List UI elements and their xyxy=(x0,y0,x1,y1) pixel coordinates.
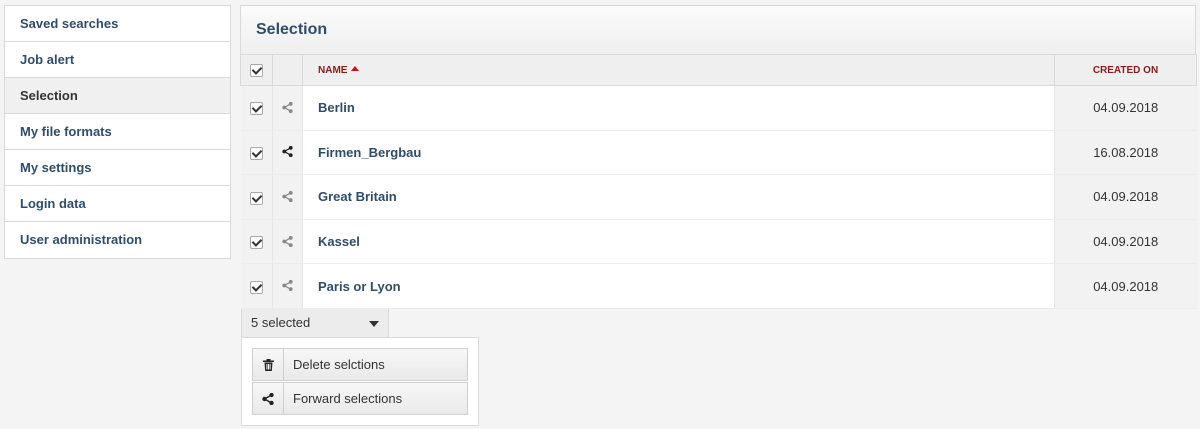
sidebar-item-selection[interactable]: Selection xyxy=(5,78,230,114)
selection-name-link[interactable]: Great Britain xyxy=(302,174,1055,220)
caret-down-icon xyxy=(369,321,379,327)
delete-selections-label: Delete selctions xyxy=(293,357,385,372)
row-checkbox[interactable] xyxy=(249,236,263,250)
sidebar-item-user-administration[interactable]: User administration xyxy=(5,222,230,258)
created-on-value: 04.09.2018 xyxy=(1054,85,1197,131)
name-column-header[interactable]: Name xyxy=(302,54,1055,86)
row-checkbox[interactable] xyxy=(249,146,263,160)
trash-icon xyxy=(253,349,284,380)
table-row: Firmen_Bergbau 16.08.2018 xyxy=(240,130,1197,176)
share-icon[interactable] xyxy=(282,279,293,294)
row-checkbox[interactable] xyxy=(249,191,263,205)
delete-selections-button[interactable]: Delete selctions xyxy=(252,348,468,381)
select-all-checkbox[interactable] xyxy=(250,63,263,77)
bulk-action-dropdown[interactable]: 5 selected xyxy=(241,309,389,338)
forward-selections-label: Forward selections xyxy=(293,391,403,406)
sidebar-item-my-settings[interactable]: My settings xyxy=(5,150,230,186)
selection-table: Name Created on Berlin 04.09.2018 Firmen… xyxy=(240,54,1197,309)
share-header-cell xyxy=(272,54,303,86)
account-sidebar: Saved searches Job alert Selection My fi… xyxy=(4,5,231,259)
selection-name-link[interactable]: Berlin xyxy=(302,85,1055,131)
share-icon[interactable] xyxy=(282,190,293,205)
sidebar-item-job-alert[interactable]: Job alert xyxy=(5,42,230,78)
sort-ascending-icon xyxy=(351,65,360,71)
row-checkbox[interactable] xyxy=(249,102,263,116)
sidebar-item-login-data[interactable]: Login data xyxy=(5,186,230,222)
sidebar-item-saved-searches[interactable]: Saved searches xyxy=(5,6,230,42)
table-row: Kassel 04.09.2018 xyxy=(240,219,1197,265)
row-checkbox[interactable] xyxy=(249,280,263,294)
selected-count: 5 selected xyxy=(251,315,311,330)
share-icon xyxy=(253,383,284,414)
created-on-value: 16.08.2018 xyxy=(1054,130,1197,176)
name-column-label: Name xyxy=(318,64,348,76)
panel-title: Selection xyxy=(240,5,1196,54)
selection-name-link[interactable]: Firmen_Bergbau xyxy=(302,130,1055,176)
bulk-action-menu: Delete selctions Forward selections xyxy=(241,337,479,426)
share-icon[interactable] xyxy=(282,101,293,116)
selection-name-link[interactable]: Paris or Lyon xyxy=(302,263,1055,309)
sidebar-item-my-file-formats[interactable]: My file formats xyxy=(5,114,230,150)
created-on-value: 04.09.2018 xyxy=(1054,219,1197,265)
table-header-row: Name Created on xyxy=(240,54,1197,86)
created-on-column-header[interactable]: Created on xyxy=(1054,54,1197,86)
selection-panel: Selection Name Created on Berlin xyxy=(240,5,1197,309)
created-on-value: 04.09.2018 xyxy=(1054,263,1197,309)
created-on-column-label: Created on xyxy=(1092,64,1159,76)
table-row: Berlin 04.09.2018 xyxy=(240,85,1197,131)
share-icon[interactable] xyxy=(282,145,293,160)
forward-selections-button[interactable]: Forward selections xyxy=(252,382,468,415)
created-on-value: 04.09.2018 xyxy=(1054,174,1197,220)
table-row: Paris or Lyon 04.09.2018 xyxy=(240,263,1197,309)
table-row: Great Britain 04.09.2018 xyxy=(240,174,1197,220)
selection-name-link[interactable]: Kassel xyxy=(302,219,1055,265)
select-all-cell xyxy=(240,54,273,86)
share-icon[interactable] xyxy=(282,235,293,250)
